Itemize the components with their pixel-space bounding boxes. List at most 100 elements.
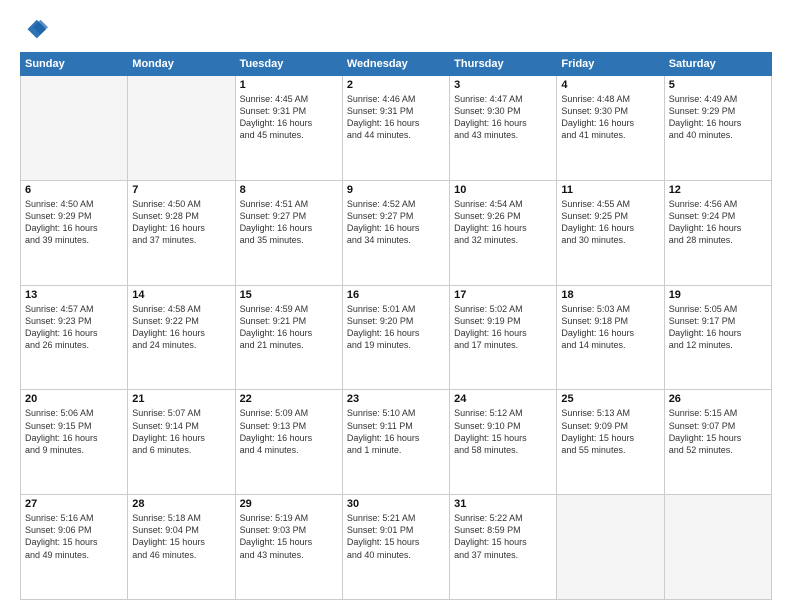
weekday-header-tuesday: Tuesday <box>235 53 342 76</box>
weekday-header-monday: Monday <box>128 53 235 76</box>
week-row-2: 6 Sunrise: 4:50 AM Sunset: 9:29 PM Daylig… <box>21 180 772 285</box>
header <box>20 16 772 44</box>
day-info: Sunrise: 4:50 AM Sunset: 9:29 PM Dayligh… <box>25 198 123 247</box>
day-number: 22 <box>240 393 338 405</box>
day-number: 4 <box>561 79 659 91</box>
weekday-header-thursday: Thursday <box>450 53 557 76</box>
day-info: Sunrise: 5:15 AM Sunset: 9:07 PM Dayligh… <box>669 407 767 456</box>
day-cell: 30 Sunrise: 5:21 AM Sunset: 9:01 PM Dayli… <box>342 495 449 600</box>
day-info: Sunrise: 4:56 AM Sunset: 9:24 PM Dayligh… <box>669 198 767 247</box>
day-cell: 25Sunrise: 5:13 AM Sunset: 9:09 PM Dayli… <box>557 390 664 495</box>
day-number: 10 <box>454 184 552 196</box>
day-number: 26 <box>669 393 767 405</box>
day-cell: 10Sunrise: 4:54 AM Sunset: 9:26 PM Dayli… <box>450 180 557 285</box>
week-row-3: 13 Sunrise: 4:57 AM Sunset: 9:23 PM Dayli… <box>21 285 772 390</box>
day-cell: 29 Sunrise: 5:19 AM Sunset: 9:03 PM Dayli… <box>235 495 342 600</box>
day-number: 28 <box>132 498 230 510</box>
day-info: Sunrise: 4:59 AM Sunset: 9:21 PM Dayligh… <box>240 303 338 352</box>
day-number: 17 <box>454 289 552 301</box>
day-info: Sunrise: 4:49 AM Sunset: 9:29 PM Dayligh… <box>669 93 767 142</box>
day-number: 23 <box>347 393 445 405</box>
day-number: 9 <box>347 184 445 196</box>
day-info: Sunrise: 4:51 AM Sunset: 9:27 PM Dayligh… <box>240 198 338 247</box>
weekday-header-row: SundayMondayTuesdayWednesdayThursdayFrid… <box>21 53 772 76</box>
day-number: 16 <box>347 289 445 301</box>
day-cell: 9 Sunrise: 4:52 AM Sunset: 9:27 PM Daylig… <box>342 180 449 285</box>
day-info: Sunrise: 5:01 AM Sunset: 9:20 PM Dayligh… <box>347 303 445 352</box>
day-cell: 22Sunrise: 5:09 AM Sunset: 9:13 PM Dayli… <box>235 390 342 495</box>
day-number: 30 <box>347 498 445 510</box>
day-number: 12 <box>669 184 767 196</box>
day-cell: 2 Sunrise: 4:46 AM Sunset: 9:31 PM Daylig… <box>342 76 449 181</box>
day-info: Sunrise: 5:06 AM Sunset: 9:15 PM Dayligh… <box>25 407 123 456</box>
weekday-header-saturday: Saturday <box>664 53 771 76</box>
day-info: Sunrise: 5:19 AM Sunset: 9:03 PM Dayligh… <box>240 512 338 561</box>
day-info: Sunrise: 5:16 AM Sunset: 9:06 PM Dayligh… <box>25 512 123 561</box>
day-number: 15 <box>240 289 338 301</box>
day-number: 31 <box>454 498 552 510</box>
day-number: 20 <box>25 393 123 405</box>
calendar-table: SundayMondayTuesdayWednesdayThursdayFrid… <box>20 52 772 600</box>
day-info: Sunrise: 5:22 AM Sunset: 8:59 PM Dayligh… <box>454 512 552 561</box>
day-cell: 1Sunrise: 4:45 AM Sunset: 9:31 PM Daylig… <box>235 76 342 181</box>
day-info: Sunrise: 4:48 AM Sunset: 9:30 PM Dayligh… <box>561 93 659 142</box>
day-cell: 27 Sunrise: 5:16 AM Sunset: 9:06 PM Dayli… <box>21 495 128 600</box>
day-cell: 19 Sunrise: 5:05 AM Sunset: 9:17 PM Dayli… <box>664 285 771 390</box>
day-info: Sunrise: 4:46 AM Sunset: 9:31 PM Dayligh… <box>347 93 445 142</box>
day-cell: 7 Sunrise: 4:50 AM Sunset: 9:28 PM Daylig… <box>128 180 235 285</box>
day-cell: 12 Sunrise: 4:56 AM Sunset: 9:24 PM Dayli… <box>664 180 771 285</box>
day-info: Sunrise: 5:02 AM Sunset: 9:19 PM Dayligh… <box>454 303 552 352</box>
day-info: Sunrise: 5:21 AM Sunset: 9:01 PM Dayligh… <box>347 512 445 561</box>
day-cell: 13 Sunrise: 4:57 AM Sunset: 9:23 PM Dayli… <box>21 285 128 390</box>
day-cell: 21 Sunrise: 5:07 AM Sunset: 9:14 PM Dayli… <box>128 390 235 495</box>
day-info: Sunrise: 5:18 AM Sunset: 9:04 PM Dayligh… <box>132 512 230 561</box>
day-number: 25 <box>561 393 659 405</box>
day-number: 13 <box>25 289 123 301</box>
day-info: Sunrise: 5:03 AM Sunset: 9:18 PM Dayligh… <box>561 303 659 352</box>
weekday-header-friday: Friday <box>557 53 664 76</box>
day-cell: 5Sunrise: 4:49 AM Sunset: 9:29 PM Daylig… <box>664 76 771 181</box>
day-number: 27 <box>25 498 123 510</box>
day-cell <box>128 76 235 181</box>
day-number: 14 <box>132 289 230 301</box>
day-cell: 23 Sunrise: 5:10 AM Sunset: 9:11 PM Dayli… <box>342 390 449 495</box>
weekday-header-sunday: Sunday <box>21 53 128 76</box>
day-cell: 17 Sunrise: 5:02 AM Sunset: 9:19 PM Dayli… <box>450 285 557 390</box>
day-number: 11 <box>561 184 659 196</box>
day-info: Sunrise: 4:52 AM Sunset: 9:27 PM Dayligh… <box>347 198 445 247</box>
day-info: Sunrise: 4:47 AM Sunset: 9:30 PM Dayligh… <box>454 93 552 142</box>
day-number: 24 <box>454 393 552 405</box>
day-cell: 28 Sunrise: 5:18 AM Sunset: 9:04 PM Dayli… <box>128 495 235 600</box>
week-row-4: 20 Sunrise: 5:06 AM Sunset: 9:15 PM Dayli… <box>21 390 772 495</box>
logo-icon <box>20 16 48 44</box>
day-number: 7 <box>132 184 230 196</box>
day-cell: 20 Sunrise: 5:06 AM Sunset: 9:15 PM Dayli… <box>21 390 128 495</box>
day-number: 1 <box>240 79 338 91</box>
day-info: Sunrise: 5:10 AM Sunset: 9:11 PM Dayligh… <box>347 407 445 456</box>
day-info: Sunrise: 5:05 AM Sunset: 9:17 PM Dayligh… <box>669 303 767 352</box>
day-info: Sunrise: 5:07 AM Sunset: 9:14 PM Dayligh… <box>132 407 230 456</box>
page: SundayMondayTuesdayWednesdayThursdayFrid… <box>0 0 792 612</box>
week-row-5: 27 Sunrise: 5:16 AM Sunset: 9:06 PM Dayli… <box>21 495 772 600</box>
day-number: 19 <box>669 289 767 301</box>
day-number: 2 <box>347 79 445 91</box>
day-number: 21 <box>132 393 230 405</box>
day-info: Sunrise: 4:58 AM Sunset: 9:22 PM Dayligh… <box>132 303 230 352</box>
day-cell: 31 Sunrise: 5:22 AM Sunset: 8:59 PM Dayli… <box>450 495 557 600</box>
logo <box>20 16 52 44</box>
day-cell: 6 Sunrise: 4:50 AM Sunset: 9:29 PM Daylig… <box>21 180 128 285</box>
day-cell: 4 Sunrise: 4:48 AM Sunset: 9:30 PM Daylig… <box>557 76 664 181</box>
day-info: Sunrise: 4:50 AM Sunset: 9:28 PM Dayligh… <box>132 198 230 247</box>
day-cell: 3 Sunrise: 4:47 AM Sunset: 9:30 PM Daylig… <box>450 76 557 181</box>
day-number: 6 <box>25 184 123 196</box>
day-number: 3 <box>454 79 552 91</box>
weekday-header-wednesday: Wednesday <box>342 53 449 76</box>
day-info: Sunrise: 4:57 AM Sunset: 9:23 PM Dayligh… <box>25 303 123 352</box>
day-cell: 8Sunrise: 4:51 AM Sunset: 9:27 PM Daylig… <box>235 180 342 285</box>
day-cell: 14 Sunrise: 4:58 AM Sunset: 9:22 PM Dayli… <box>128 285 235 390</box>
day-cell: 15 Sunrise: 4:59 AM Sunset: 9:21 PM Dayli… <box>235 285 342 390</box>
day-number: 18 <box>561 289 659 301</box>
day-cell <box>664 495 771 600</box>
day-cell <box>557 495 664 600</box>
day-number: 29 <box>240 498 338 510</box>
